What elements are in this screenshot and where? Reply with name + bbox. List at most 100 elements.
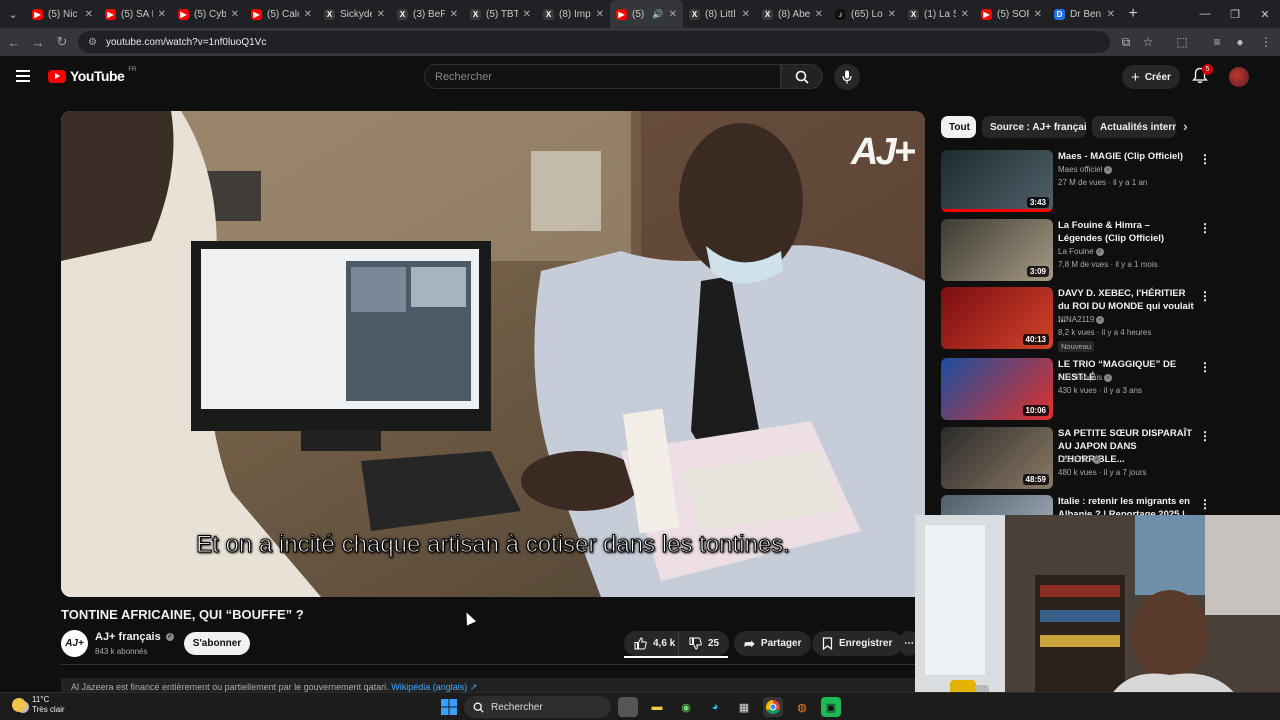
chip-all[interactable]: Tout [941,116,976,138]
chip-source[interactable]: Source : AJ+ français [982,116,1086,138]
browser-tab[interactable]: ▶ (5) SOF ✕ [975,0,1048,28]
tab-close-icon[interactable]: ✕ [596,9,604,20]
recommended-channel-name[interactable]: LEGEND ✓ [1058,455,1101,464]
profile-icon[interactable]: ● [1228,28,1252,56]
browser-tab[interactable]: X (3) BeF ✕ [391,0,464,28]
create-button[interactable]: + Créer [1122,65,1180,89]
reload-icon[interactable]: ↻ [50,34,74,50]
browser-tab[interactable]: X (8) Littl ✕ [683,0,756,28]
browser-tab[interactable]: ▶ (5) 🔊 ✕ [610,0,683,28]
video-options-icon[interactable]: ⋮ [1199,497,1211,511]
tab-close-icon[interactable]: ✕ [1107,9,1115,20]
taskbar-search[interactable]: Rechercher [464,696,611,718]
recommended-channel-name[interactable]: Maes officiel ✓ [1058,165,1113,174]
browser-tab[interactable]: ♪ (65) Lou ✕ [829,0,902,28]
channel-avatar[interactable]: AJ+ [61,630,88,657]
restore-icon[interactable]: ❐ [1220,0,1250,28]
recommended-channel-name[interactable]: NINA2119 ✓ [1058,315,1105,324]
tab-close-icon[interactable]: ✕ [231,9,239,20]
tab-search-chevron-icon[interactable]: ⌄ [0,0,26,28]
file-explorer-icon[interactable]: ▬ [647,697,667,717]
browser-tab[interactable]: X (1) La S ✕ [902,0,975,28]
recommended-video[interactable]: 10:06 LE TRIO “MAGGIQUE” DE NESTLÉ AJ+ fra… [941,358,1271,424]
browser-tab[interactable]: ▶ (5) SA F ✕ [99,0,172,28]
tab-close-icon[interactable]: ✕ [158,9,166,20]
video-thumbnail[interactable]: 3:43 [941,150,1053,212]
subscribe-button[interactable]: S'abonner [184,632,250,655]
new-tab-button[interactable]: + [1121,5,1145,23]
xbox-icon[interactable]: ◉ [676,697,696,717]
save-button[interactable]: Enregistrer [812,631,903,656]
chrome-icon[interactable] [763,697,783,717]
recommended-video[interactable]: 40:13 DAVY D. XEBEC, l'HÉRITIER du ROI DU… [941,287,1271,353]
video-options-icon[interactable]: ⋮ [1199,221,1211,235]
extensions-icon[interactable]: ⬚ [1170,28,1194,56]
browser-tab[interactable]: X (8) Abe ✕ [756,0,829,28]
tab-close-icon[interactable]: ✕ [450,9,458,20]
browser-tab[interactable]: X (8) Imp ✕ [537,0,610,28]
tab-close-icon[interactable]: ✕ [742,9,750,20]
task-view-icon[interactable] [618,697,638,717]
firefox-icon[interactable]: ◍ [792,697,812,717]
tab-close-icon[interactable]: ✕ [888,9,896,20]
tab-close-icon[interactable]: ✕ [523,9,531,20]
tab-close-icon[interactable]: ✕ [377,9,385,20]
video-thumbnail[interactable]: 10:06 [941,358,1053,420]
site-settings-icon[interactable]: ⚙ [88,37,97,48]
tab-close-icon[interactable]: ✕ [1034,9,1042,20]
wikipedia-link[interactable]: Wikipédia (anglais) ↗ [391,682,477,692]
browser-tab[interactable]: D Dr Ben ✕ [1048,0,1121,28]
search-input[interactable]: Rechercher [424,64,781,89]
forward-icon[interactable]: → [26,35,50,50]
recommended-video[interactable]: 48:59 SA PETITE SŒUR DISPARAÎT AU JAPON D… [941,427,1271,493]
cast-icon[interactable]: ⧉ [1114,28,1138,56]
browser-tab[interactable]: ▶ (5) Nic ✕ [26,0,99,28]
tab-close-icon[interactable]: ✕ [961,9,969,20]
browser-tab[interactable]: X (5) TBT ✕ [464,0,537,28]
address-bar[interactable]: ⚙ youtube.com/watch?v=1nf0luoQ1Vc [78,31,1110,53]
recommended-video[interactable]: 3:43 Maes - MAGIE (Clip Officiel) Maes off… [941,150,1271,216]
video-player[interactable]: AJ+ Et on a incité chaque artisan à coti… [61,111,925,597]
tab-audio-icon[interactable]: 🔊 [652,9,663,20]
youtube-logo[interactable]: YouTube FR [48,67,136,84]
channel-name-link[interactable]: AJ+ français ✓ [95,631,174,643]
chip-international-news[interactable]: Actualités internationales [1092,116,1176,138]
app-icon[interactable]: ▣ [821,697,841,717]
tab-close-icon[interactable]: ✕ [815,9,823,20]
video-thumbnail[interactable]: 3:09 [941,219,1053,281]
tab-close-icon[interactable]: ✕ [85,9,93,20]
voice-search-button[interactable] [834,64,860,90]
like-button[interactable]: 4,6 k [624,631,686,656]
browser-tab[interactable]: X Sickyde ✕ [318,0,391,28]
menu-icon[interactable] [16,70,30,85]
edge-icon[interactable]: ◕ [705,697,725,717]
recommended-channel-name[interactable]: La Fouine ✓ [1058,247,1104,256]
browser-tab[interactable]: ▶ (5) Calc ✕ [245,0,318,28]
video-options-icon[interactable]: ⋮ [1199,289,1211,303]
tab-close-icon[interactable]: ✕ [669,9,677,20]
weather-widget[interactable]: 11°C Très clair [12,695,65,715]
account-avatar[interactable] [1229,67,1249,87]
close-window-icon[interactable]: ✕ [1250,0,1280,28]
video-options-icon[interactable]: ⋮ [1199,429,1211,443]
media-control-icon[interactable]: ≡ [1205,28,1229,56]
tab-close-icon[interactable]: ✕ [304,9,312,20]
windows-start-icon[interactable] [439,697,459,717]
share-button[interactable]: ➦ Partager [734,631,812,656]
video-options-icon[interactable]: ⋮ [1199,360,1211,374]
search-button[interactable] [781,64,823,89]
bookmark-star-icon[interactable]: ☆ [1136,28,1160,56]
recommended-video[interactable]: 3:09 La Fouine & Himra – Légendes (Clip O… [941,219,1271,285]
dislike-button[interactable]: 25 [678,631,730,656]
store-icon[interactable]: ▦ [734,697,754,717]
browser-tab[interactable]: ▶ (5) Cyb ✕ [172,0,245,28]
video-options-icon[interactable]: ⋮ [1199,152,1211,166]
recommended-channel-name[interactable]: AJ+ français ✓ [1058,373,1113,382]
minimize-icon[interactable]: — [1190,0,1220,28]
recommended-video-title[interactable]: Maes - MAGIE (Clip Officiel) [1058,150,1196,163]
chrome-menu-icon[interactable]: ⋮ [1254,28,1278,56]
back-icon[interactable]: ← [2,35,26,50]
chevron-right-icon[interactable]: › [1183,118,1188,134]
video-thumbnail[interactable]: 40:13 [941,287,1053,349]
recommended-video-title[interactable]: La Fouine & Himra – Légendes (Clip Offic… [1058,219,1196,245]
